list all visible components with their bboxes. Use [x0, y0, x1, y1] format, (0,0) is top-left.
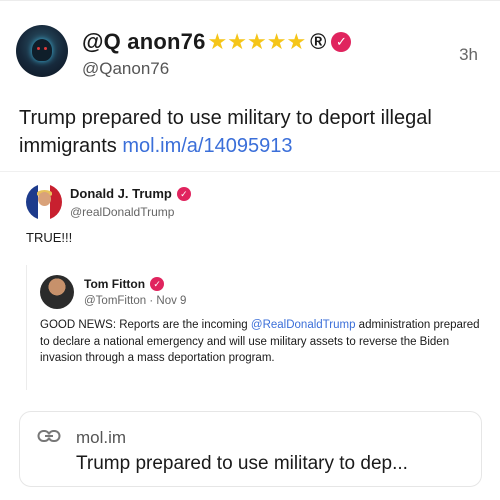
post-header: @Q anon76 ★ ★ ★ ★ ★ ® ✓ @Qanon76 3h — [16, 25, 484, 85]
avatar-eye-left — [37, 47, 40, 50]
nested-text-before: GOOD NEWS: Reports are the incoming — [40, 319, 251, 331]
star-icon: ★ — [207, 29, 228, 54]
nested-author-avatar[interactable] — [40, 275, 74, 309]
author-name-row: @Q anon76 ★ ★ ★ ★ ★ ® ✓ — [82, 27, 352, 57]
nested-quoted-post[interactable]: Tom Fitton ✓ @TomFitton · Nov 9 GOOD NEW… — [26, 265, 486, 390]
link-preview-card[interactable]: mol.im Trump prepared to use military to… — [19, 411, 482, 487]
avatar-eye-right — [44, 47, 47, 50]
author-display-name[interactable]: @Q anon76 — [82, 29, 206, 55]
star-icon: ★ — [246, 29, 267, 54]
nested-author-name[interactable]: Tom Fitton — [84, 277, 145, 291]
verified-badge-icon: ✓ — [176, 186, 191, 201]
star-emojis: ★ ★ ★ ★ ★ — [208, 31, 307, 53]
star-icon: ★ — [266, 29, 287, 54]
mention-link[interactable]: @RealDonaldTrump — [251, 319, 356, 331]
nested-author-name-row: Tom Fitton ✓ — [84, 277, 165, 291]
avatar-figure — [32, 39, 52, 61]
nested-post-date[interactable]: Nov 9 — [156, 295, 186, 307]
nested-post-text: GOOD NEWS: Reports are the incoming @Rea… — [40, 317, 480, 367]
author-avatar[interactable] — [16, 25, 68, 77]
quoted-author-handle[interactable]: @realDonaldTrump — [70, 205, 174, 219]
quoted-author-name[interactable]: Donald J. Trump — [70, 186, 172, 201]
link-icon — [37, 430, 61, 442]
quote-divider — [0, 171, 500, 172]
verified-badge-icon: ✓ — [150, 277, 165, 291]
star-icon: ★ — [286, 29, 307, 54]
verified-badge-icon: ✓ — [331, 32, 352, 52]
avatar-face — [38, 192, 51, 206]
link-domain: mol.im — [76, 428, 127, 447]
nested-author-meta: @TomFitton · Nov 9 — [84, 295, 186, 307]
top-divider — [0, 0, 500, 1]
quoted-post-text: TRUE!!! — [26, 230, 73, 245]
post-body: Trump prepared to use military to deport… — [19, 104, 489, 160]
meta-separator: · — [146, 295, 157, 307]
author-handle[interactable]: @Qanon76 — [82, 59, 169, 79]
nested-quote-border — [26, 265, 27, 390]
post-timestamp[interactable]: 3h — [459, 45, 478, 65]
quoted-author-name-row: Donald J. Trump ✓ — [70, 186, 191, 201]
link-title: Trump prepared to use military to dep... — [76, 453, 408, 474]
registered-icon: ® — [310, 29, 327, 54]
post-link[interactable]: mol.im/a/14095913 — [122, 135, 292, 157]
nested-author-handle[interactable]: @TomFitton — [84, 295, 146, 307]
quoted-author-avatar[interactable] — [26, 184, 62, 220]
star-icon: ★ — [227, 29, 247, 54]
